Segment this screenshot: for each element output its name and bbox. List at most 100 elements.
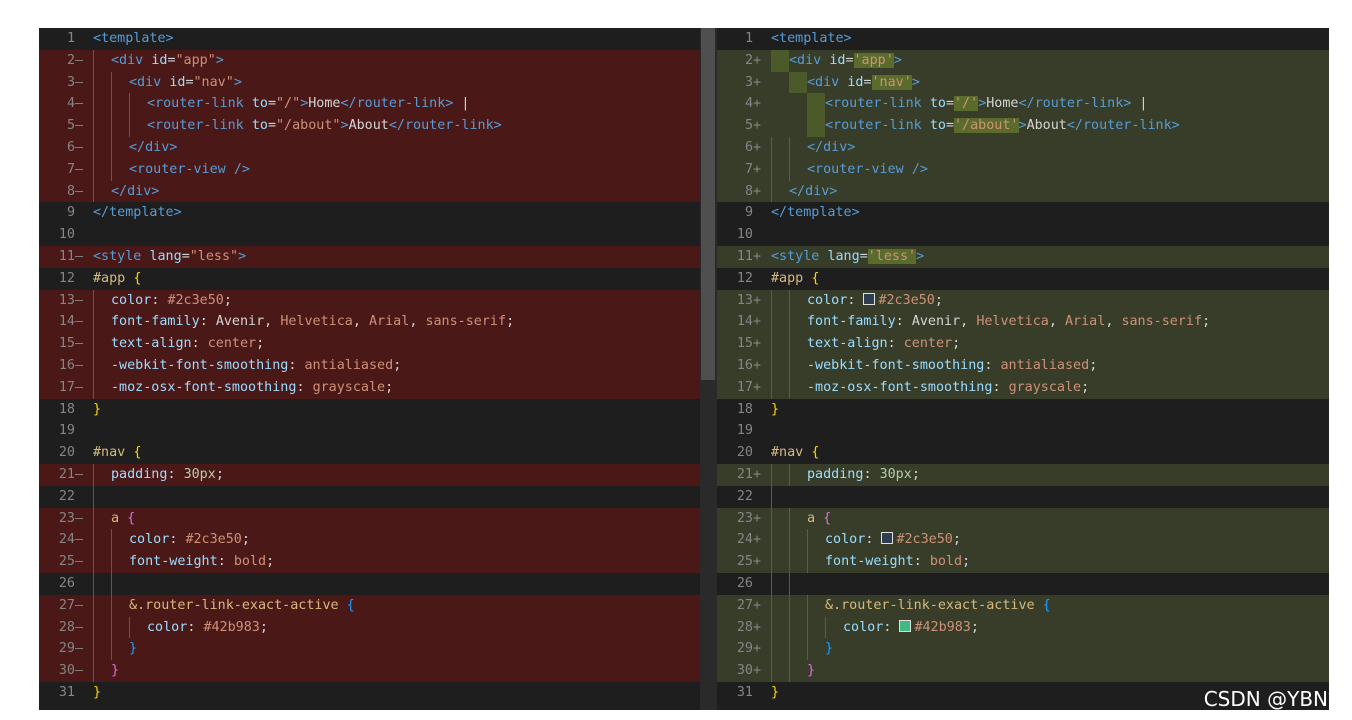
code-text[interactable]: color: #42b983;	[771, 616, 979, 639]
left-code-line[interactable]: 15— text-align: center;	[39, 333, 700, 355]
code-text[interactable]: text-align: center;	[771, 333, 960, 355]
code-text[interactable]: </div>	[771, 180, 837, 203]
right-code-line[interactable]: 23 + a {	[717, 507, 1329, 530]
left-code-line[interactable]: 25— font-weight: bold;	[39, 551, 700, 573]
code-text[interactable]: &.router-link-exact-active {	[771, 594, 1051, 617]
code-text[interactable]: a {	[93, 507, 135, 530]
code-text[interactable]: #app {	[93, 268, 141, 290]
right-code-line[interactable]: 11 + <style lang='less'>	[717, 245, 1329, 268]
code-text[interactable]: <template>	[93, 28, 174, 50]
left-code-line[interactable]: 24— color: #2c3e50;	[39, 529, 700, 552]
left-code-line[interactable]: 8— </div>	[39, 180, 700, 203]
right-code-line[interactable]: 14 + font-family: Avenir, Helvetica, Arial…	[717, 311, 1329, 334]
code-text[interactable]: color: #2c3e50;	[771, 529, 961, 552]
left-code-line[interactable]: 13— color: #2c3e50;	[39, 289, 700, 312]
left-code-line[interactable]: 6— </div>	[39, 136, 700, 159]
right-code-line[interactable]: 16 + -webkit-font-smoothing: antialiased;	[717, 354, 1329, 377]
code-text[interactable]: color: #42b983;	[93, 616, 268, 639]
right-code-line[interactable]: 24 + color: #2c3e50;	[717, 529, 1329, 552]
left-code-line[interactable]: 19	[39, 420, 700, 442]
right-code-line[interactable]: 5 + <router-link to='/about'>About</router…	[717, 115, 1329, 137]
right-code-line[interactable]: 6 + </div>	[717, 136, 1329, 159]
code-text[interactable]: a {	[771, 507, 831, 530]
left-code-line[interactable]: 18}	[39, 399, 700, 421]
code-text[interactable]: -moz-osx-font-smoothing: grayscale;	[93, 376, 393, 399]
left-code-line[interactable]: 30—}	[39, 660, 700, 682]
code-text[interactable]: <router-view />	[93, 158, 250, 181]
diff-modified-pane[interactable]: 1 <template> 2 + <div id='app'> 3 + <div id='na…	[717, 28, 1329, 710]
left-code-line[interactable]: 11— <style lang="less">	[39, 245, 700, 268]
code-text[interactable]: }	[93, 682, 101, 704]
left-code-line[interactable]: 27— &.router-link-exact-active {	[39, 594, 700, 617]
left-code-line[interactable]: 14— font-family: Avenir, Helvetica, Arial…	[39, 311, 700, 334]
code-text[interactable]: </template>	[93, 202, 182, 224]
right-code-line[interactable]: 25 + font-weight: bold;	[717, 551, 1329, 573]
code-text[interactable]: }	[93, 660, 119, 682]
code-text[interactable]: padding: 30px;	[93, 463, 224, 486]
code-text[interactable]: color: #2c3e50;	[93, 529, 250, 552]
code-text[interactable]: <div id='nav'>	[771, 71, 920, 94]
right-code-line[interactable]: 21 + padding: 30px;	[717, 463, 1329, 486]
code-text[interactable]: }	[771, 660, 815, 682]
right-code-line[interactable]: 13 + color: #2c3e50;	[717, 289, 1329, 312]
left-code-line[interactable]: 22	[39, 485, 700, 508]
code-text[interactable]	[93, 572, 129, 595]
left-code-line[interactable]: 5— <router-link to="/about">About</router…	[39, 115, 700, 137]
left-code-line[interactable]: 29—}	[39, 638, 700, 661]
code-text[interactable]: <router-link to="/">Home</router-link> |	[93, 93, 470, 116]
code-text[interactable]: <div id="app">	[93, 49, 224, 72]
left-code-line[interactable]: 1 <template>	[39, 28, 700, 50]
right-code-line[interactable]: 17 + -moz-osx-font-smoothing: grayscale;	[717, 376, 1329, 399]
right-code-line[interactable]: 28 + color: #42b983;	[717, 616, 1329, 639]
code-text[interactable]	[771, 485, 789, 508]
right-code-line[interactable]: 10	[717, 224, 1329, 246]
diff-original-pane[interactable]: 1 <template> 2— <div id="app"> 3— <div id="na…	[39, 28, 700, 710]
left-code-line[interactable]: 20 #nav {	[39, 442, 700, 464]
color-swatch[interactable]	[863, 292, 876, 305]
color-swatch[interactable]	[899, 619, 912, 632]
right-code-line[interactable]: 3 + <div id='nav'>	[717, 71, 1329, 94]
left-code-line[interactable]: 26	[39, 572, 700, 595]
right-code-line[interactable]: 18}	[717, 399, 1329, 421]
right-code-line[interactable]: 12 #app {	[717, 268, 1329, 290]
left-code-line[interactable]: 7— <router-view />	[39, 158, 700, 181]
right-code-line[interactable]: 9 </template>	[717, 202, 1329, 224]
left-code-line[interactable]: 12 #app {	[39, 268, 700, 290]
code-text[interactable]	[771, 572, 807, 595]
code-text[interactable]: }	[771, 399, 779, 421]
code-text[interactable]: #nav {	[93, 442, 141, 464]
right-code-line[interactable]: 4 + <router-link to='/'>Home</router-link>…	[717, 93, 1329, 116]
code-text[interactable]: font-family: Avenir, Helvetica, Arial, s…	[771, 311, 1210, 334]
code-text[interactable]: font-weight: bold;	[93, 551, 274, 573]
left-code-line[interactable]: 10	[39, 224, 700, 246]
code-text[interactable]: <router-link to="/about">About</router-l…	[93, 115, 502, 137]
left-code-line[interactable]: 31}	[39, 682, 700, 704]
code-text[interactable]: <div id="nav">	[93, 71, 242, 94]
code-text[interactable]: <router-view />	[771, 158, 928, 181]
left-code-line[interactable]: 2— <div id="app">	[39, 49, 700, 72]
code-text[interactable]: }	[771, 682, 779, 704]
code-text[interactable]: }	[93, 638, 137, 661]
right-code-line[interactable]: 2 + <div id='app'>	[717, 49, 1329, 72]
left-code-line[interactable]: 23— a {	[39, 507, 700, 530]
code-text[interactable]: </div>	[771, 136, 855, 159]
right-code-line[interactable]: 29 +}	[717, 638, 1329, 661]
right-code-line[interactable]: 8 + </div>	[717, 180, 1329, 203]
code-text[interactable]: color: #2c3e50;	[93, 289, 232, 312]
right-code-line[interactable]: 20 #nav {	[717, 442, 1329, 464]
right-code-line[interactable]: 22	[717, 485, 1329, 508]
left-code-line[interactable]: 16— -webkit-font-smoothing: antialiased;	[39, 354, 700, 377]
left-code-line[interactable]: 17— -moz-osx-font-smoothing: grayscale;	[39, 376, 700, 399]
code-text[interactable]: <router-link to='/about'>About</router-l…	[771, 115, 1180, 137]
right-code-line[interactable]: 7 + <router-view />	[717, 158, 1329, 181]
code-text[interactable]: <template>	[771, 28, 852, 50]
code-text[interactable]: text-align: center;	[93, 333, 264, 355]
code-text[interactable]: -webkit-font-smoothing: antialiased;	[771, 354, 1097, 377]
code-text[interactable]: }	[771, 638, 833, 661]
right-code-line[interactable]: 19	[717, 420, 1329, 442]
code-text[interactable]: </div>	[93, 136, 177, 159]
color-swatch[interactable]	[881, 532, 894, 545]
left-code-line[interactable]: 4— <router-link to="/">Home</router-link>…	[39, 93, 700, 116]
right-code-line[interactable]: 1 <template>	[717, 28, 1329, 50]
right-code-line[interactable]: 26	[717, 572, 1329, 595]
